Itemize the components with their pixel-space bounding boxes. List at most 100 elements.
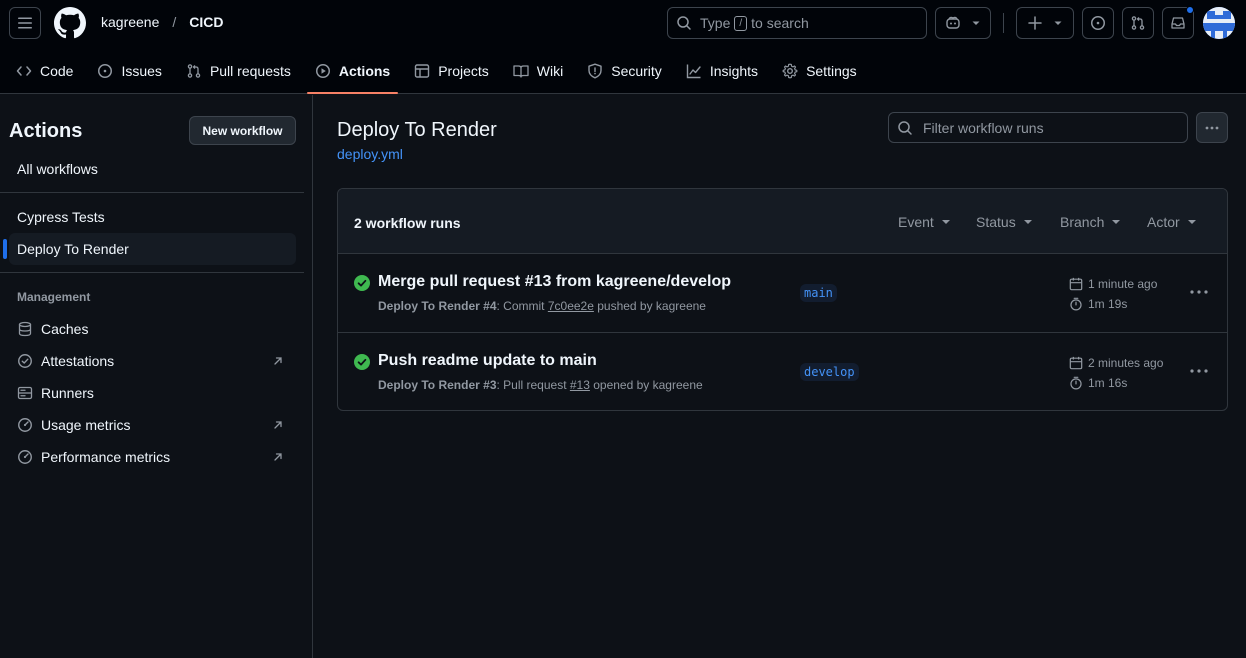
run-meta-suffix: opened by kagreene bbox=[589, 378, 703, 392]
global-header: kagreene / CICD Type / to search Code Is… bbox=[0, 0, 1246, 94]
sidebar-item-label: All workflows bbox=[17, 161, 98, 177]
run-meta: Deploy To Render #4: Commit 7c0ee2e push… bbox=[378, 299, 706, 313]
tab-actions[interactable]: Actions bbox=[306, 52, 399, 94]
book-icon bbox=[513, 65, 529, 78]
actions-sidebar: Actions New workflow All workflows Cypre… bbox=[0, 95, 313, 658]
duration-text: 1m 16s bbox=[1088, 376, 1128, 390]
tab-projects[interactable]: Projects bbox=[406, 52, 497, 90]
run-workflow-name: Deploy To Render bbox=[378, 378, 480, 392]
event-filter-dropdown[interactable]: Event bbox=[898, 214, 950, 230]
sidebar-item-label: Deploy To Render bbox=[17, 241, 129, 257]
create-new-button[interactable] bbox=[1016, 7, 1074, 39]
search-icon bbox=[677, 16, 691, 30]
tab-label: Security bbox=[611, 63, 662, 79]
workflow-runs-list: 2 workflow runs Event Status Branch Acto… bbox=[337, 188, 1228, 411]
verified-icon bbox=[18, 354, 32, 368]
triangle-down-icon bbox=[941, 220, 950, 224]
sidebar-item-usage-metrics[interactable]: Usage metrics bbox=[9, 409, 296, 441]
filter-workflow-runs-input[interactable]: Filter workflow runs bbox=[888, 112, 1188, 143]
triangle-down-icon bbox=[1023, 220, 1032, 224]
filter-placeholder: Filter workflow runs bbox=[923, 119, 1044, 136]
repo-owner-link[interactable]: kagreene bbox=[101, 14, 159, 30]
actor-filter-dropdown[interactable]: Actor bbox=[1147, 214, 1196, 230]
github-logo-icon[interactable] bbox=[54, 7, 86, 39]
filter-label: Event bbox=[898, 214, 934, 230]
tab-wiki[interactable]: Wiki bbox=[505, 52, 571, 90]
run-title-link[interactable]: Merge pull request #13 from kagreene/dev… bbox=[378, 273, 731, 291]
duration-text: 1m 19s bbox=[1088, 297, 1128, 311]
kebab-horizontal-icon[interactable] bbox=[1189, 284, 1209, 300]
hamburger-icon bbox=[18, 17, 32, 29]
issue-opened-icon bbox=[1091, 16, 1105, 30]
tab-settings[interactable]: Settings bbox=[774, 52, 865, 90]
menu-button[interactable] bbox=[9, 7, 41, 39]
global-search-input[interactable]: Type / to search bbox=[667, 7, 927, 39]
chevron-down-icon[interactable] bbox=[971, 18, 981, 28]
tab-pull-requests[interactable]: Pull requests bbox=[178, 52, 299, 90]
issues-button[interactable] bbox=[1082, 7, 1114, 39]
pull-requests-button[interactable] bbox=[1122, 7, 1154, 39]
sidebar-item-deploy-to-render[interactable]: Deploy To Render bbox=[3, 233, 296, 265]
sidebar-item-label: Performance metrics bbox=[41, 449, 171, 465]
sidebar-item-attestations[interactable]: Attestations bbox=[9, 345, 296, 377]
code-icon bbox=[16, 66, 32, 76]
sidebar-item-cypress-tests[interactable]: Cypress Tests bbox=[9, 201, 296, 233]
sidebar-divider bbox=[0, 192, 304, 193]
tab-insights[interactable]: Insights bbox=[678, 52, 766, 90]
sidebar-item-performance-metrics[interactable]: Performance metrics bbox=[9, 441, 296, 473]
tab-issues[interactable]: Issues bbox=[89, 52, 169, 90]
run-workflow-name: Deploy To Render bbox=[378, 299, 480, 313]
copilot-button[interactable] bbox=[935, 7, 991, 39]
kebab-horizontal-icon[interactable] bbox=[1189, 363, 1209, 379]
chevron-down-icon bbox=[1054, 21, 1062, 25]
server-icon bbox=[17, 386, 33, 400]
table-icon bbox=[415, 64, 430, 78]
sidebar-item-label: Usage metrics bbox=[41, 417, 131, 433]
sidebar-item-runners[interactable]: Runners bbox=[9, 377, 296, 409]
branch-label[interactable]: develop bbox=[800, 363, 859, 381]
workflow-options-button[interactable] bbox=[1196, 112, 1228, 143]
link-external-icon bbox=[274, 453, 282, 461]
workflow-run-row[interactable]: Push readme update to main Deploy To Ren… bbox=[338, 332, 1227, 410]
workflow-run-row[interactable]: Merge pull request #13 from kagreene/dev… bbox=[338, 254, 1227, 332]
management-heading: Management bbox=[17, 290, 91, 304]
filter-label: Branch bbox=[1060, 214, 1105, 230]
status-filter-dropdown[interactable]: Status bbox=[976, 214, 1032, 230]
sidebar-item-caches[interactable]: Caches bbox=[9, 313, 296, 345]
new-workflow-button[interactable]: New workflow bbox=[189, 116, 296, 145]
tab-security[interactable]: Security bbox=[579, 52, 670, 90]
sidebar-divider bbox=[0, 272, 304, 273]
play-icon bbox=[315, 64, 330, 78]
check-circle-fill-icon bbox=[354, 354, 370, 370]
inbox-icon bbox=[1171, 17, 1185, 29]
sidebar-title: Actions bbox=[9, 120, 83, 142]
tab-label: Wiki bbox=[536, 63, 564, 79]
branch-label[interactable]: main bbox=[800, 284, 837, 302]
run-meta: Deploy To Render #3: Pull request #13 op… bbox=[378, 378, 703, 392]
breadcrumb-separator: / bbox=[172, 14, 177, 30]
sidebar-item-all-workflows[interactable]: All workflows bbox=[9, 153, 296, 185]
tab-label: Settings bbox=[806, 63, 857, 79]
tab-code[interactable]: Code bbox=[8, 52, 81, 90]
filter-label: Actor bbox=[1147, 214, 1180, 230]
search-shortcut-key: / bbox=[734, 15, 748, 31]
triangle-down-icon bbox=[1187, 220, 1196, 224]
git-pull-request-icon bbox=[1131, 16, 1145, 30]
tab-label: Insights bbox=[709, 63, 759, 79]
workflow-file-link[interactable]: deploy.yml bbox=[337, 146, 403, 162]
gear-icon bbox=[782, 63, 798, 79]
notification-dot bbox=[1186, 6, 1194, 14]
run-duration: 1m 19s bbox=[1069, 297, 1127, 311]
branch-filter-dropdown[interactable]: Branch bbox=[1060, 214, 1121, 230]
search-prefix: Type bbox=[700, 15, 731, 31]
run-meta-prefix: : Pull request bbox=[496, 378, 570, 392]
repo-name-link[interactable]: CICD bbox=[189, 14, 223, 30]
pull-request-link[interactable]: #13 bbox=[570, 378, 590, 392]
avatar[interactable] bbox=[1203, 7, 1235, 39]
stopwatch-icon bbox=[1070, 376, 1082, 390]
sidebar-item-label: Caches bbox=[41, 321, 89, 337]
page-title: Deploy To Render bbox=[337, 119, 497, 141]
run-title-link[interactable]: Push readme update to main bbox=[378, 352, 597, 370]
commit-link[interactable]: 7c0ee2e bbox=[548, 299, 594, 313]
meter-icon bbox=[18, 418, 32, 432]
